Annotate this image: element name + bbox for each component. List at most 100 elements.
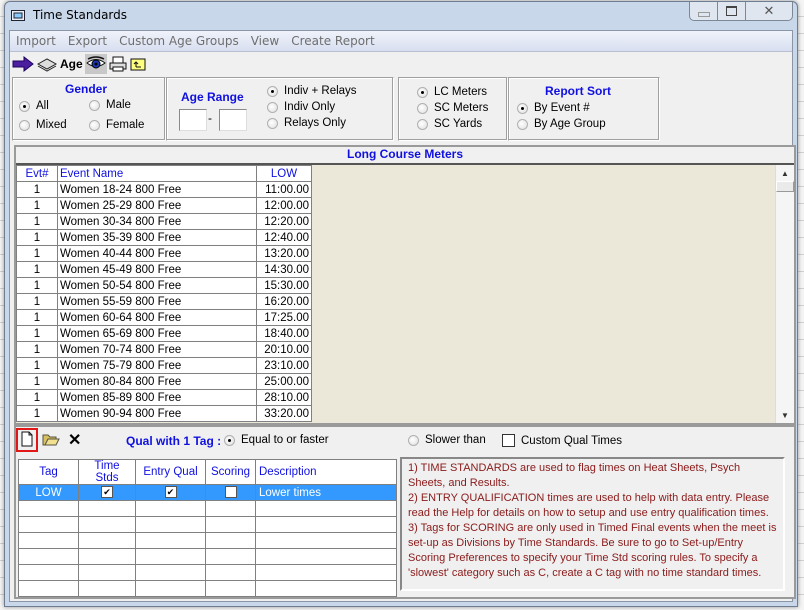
folder-up-button[interactable] [129, 54, 147, 74]
gender-all-radio[interactable]: All [19, 100, 49, 112]
event-row[interactable]: 1 Women 65-69 800 Free 18:40.00 [16, 325, 312, 342]
event-row[interactable]: 1 Women 55-59 800 Free 16:20.00 [16, 293, 312, 310]
empty-cell[interactable] [255, 500, 397, 517]
entry-qual-cell[interactable]: ✔ [135, 484, 206, 501]
event-row[interactable]: 1 Women 18-24 800 Free 11:00.00 [16, 181, 312, 198]
empty-tag-row[interactable] [18, 564, 397, 581]
new-tag-button[interactable] [20, 431, 34, 450]
maximize-button[interactable] [718, 2, 746, 20]
empty-cell[interactable] [78, 564, 136, 581]
event-row[interactable]: 1 Women 25-29 800 Free 12:00.00 [16, 197, 312, 214]
evt-num-cell[interactable]: 1 [16, 197, 58, 214]
events-scrollbar[interactable]: ▲ ▼ [775, 165, 794, 423]
open-tag-button[interactable] [42, 431, 60, 450]
event-name-cell[interactable]: Women 30-34 800 Free [57, 213, 257, 230]
event-name-cell[interactable]: Women 18-24 800 Free [57, 181, 257, 198]
empty-cell[interactable] [18, 532, 79, 549]
low-time-cell[interactable]: 25:00.00 [256, 373, 312, 390]
col-evt-num[interactable]: Evt# [16, 165, 58, 182]
relays-only-radio[interactable]: Relays Only [267, 117, 346, 129]
evt-num-cell[interactable]: 1 [16, 229, 58, 246]
scroll-up-button[interactable]: ▲ [776, 165, 794, 181]
scoring-cell[interactable] [205, 484, 256, 501]
low-time-cell[interactable]: 16:20.00 [256, 293, 312, 310]
sc-meters-radio[interactable]: SC Meters [417, 102, 488, 114]
event-row[interactable]: 1 Women 85-89 800 Free 28:10.00 [16, 389, 312, 406]
delete-tag-button[interactable]: ✕ [68, 430, 81, 450]
print-button[interactable] [109, 54, 127, 74]
low-time-cell[interactable]: 12:40.00 [256, 229, 312, 246]
evt-num-cell[interactable]: 1 [16, 245, 58, 262]
evt-num-cell[interactable]: 1 [16, 213, 58, 230]
menu-export[interactable]: Export [62, 34, 113, 48]
low-time-cell[interactable]: 33:20.00 [256, 405, 312, 422]
evt-num-cell[interactable]: 1 [16, 373, 58, 390]
empty-tag-row[interactable] [18, 500, 397, 517]
indiv-relays-radio[interactable]: Indiv + Relays [267, 85, 357, 97]
scoring-checkbox[interactable] [224, 486, 237, 499]
indiv-only-radio[interactable]: Indiv Only [267, 101, 335, 113]
scroll-thumb[interactable] [776, 181, 794, 192]
time-stds-checkbox[interactable]: ✔ [101, 486, 113, 499]
gender-female-radio[interactable]: Female [89, 119, 144, 131]
col-entry-qual[interactable]: Entry Qual [135, 459, 206, 485]
exit-button[interactable] [12, 54, 34, 74]
low-time-cell[interactable]: 11:00.00 [256, 181, 312, 198]
close-button[interactable]: ✕ [746, 2, 792, 20]
empty-cell[interactable] [135, 580, 206, 597]
empty-cell[interactable] [18, 516, 79, 533]
tag-cell[interactable]: LOW [18, 484, 79, 501]
event-row[interactable]: 1 Women 50-54 800 Free 15:30.00 [16, 277, 312, 294]
event-name-cell[interactable]: Women 45-49 800 Free [57, 261, 257, 278]
equal-or-faster-radio[interactable]: Equal to or faster [224, 434, 329, 446]
low-time-cell[interactable]: 12:00.00 [256, 197, 312, 214]
event-name-cell[interactable]: Women 65-69 800 Free [57, 325, 257, 342]
event-name-cell[interactable]: Women 55-59 800 Free [57, 293, 257, 310]
empty-cell[interactable] [18, 548, 79, 565]
col-description[interactable]: Description [255, 459, 397, 485]
event-name-cell[interactable]: Women 50-54 800 Free [57, 277, 257, 294]
evt-num-cell[interactable]: 1 [16, 261, 58, 278]
empty-cell[interactable] [78, 532, 136, 549]
empty-cell[interactable] [78, 580, 136, 597]
empty-tag-row[interactable] [18, 516, 397, 533]
empty-tag-row[interactable] [18, 580, 397, 597]
col-tag[interactable]: Tag [18, 459, 79, 485]
event-row[interactable]: 1 Women 45-49 800 Free 14:30.00 [16, 261, 312, 278]
event-row[interactable]: 1 Women 70-74 800 Free 20:10.00 [16, 341, 312, 358]
disk-button[interactable] [36, 54, 58, 74]
sc-yards-radio[interactable]: SC Yards [417, 118, 482, 130]
empty-cell[interactable] [205, 564, 256, 581]
custom-qual-checkbox[interactable]: Custom Qual Times [502, 434, 622, 447]
empty-cell[interactable] [135, 500, 206, 517]
empty-cell[interactable] [205, 580, 256, 597]
low-time-cell[interactable]: 28:10.00 [256, 389, 312, 406]
age-to-input[interactable] [219, 109, 247, 131]
view-button[interactable] [84, 54, 107, 74]
age-from-input[interactable] [179, 109, 207, 131]
event-row[interactable]: 1 Women 60-64 800 Free 17:25.00 [16, 309, 312, 326]
evt-num-cell[interactable]: 1 [16, 277, 58, 294]
empty-cell[interactable] [205, 516, 256, 533]
menu-custom-age-groups[interactable]: Custom Age Groups [113, 34, 245, 48]
col-scoring[interactable]: Scoring [205, 459, 256, 485]
event-row[interactable]: 1 Women 40-44 800 Free 13:20.00 [16, 245, 312, 262]
empty-cell[interactable] [205, 548, 256, 565]
low-time-cell[interactable]: 12:20.00 [256, 213, 312, 230]
entry-qual-checkbox[interactable]: ✔ [164, 486, 177, 499]
low-time-cell[interactable]: 20:10.00 [256, 341, 312, 358]
event-name-cell[interactable]: Women 25-29 800 Free [57, 197, 257, 214]
empty-cell[interactable] [78, 516, 136, 533]
menu-view[interactable]: View [245, 34, 285, 48]
empty-cell[interactable] [205, 532, 256, 549]
event-name-cell[interactable]: Women 75-79 800 Free [57, 357, 257, 374]
title-bar[interactable]: Time Standards ✕ [5, 2, 797, 30]
gender-mixed-radio[interactable]: Mixed [19, 119, 67, 131]
minimize-button[interactable] [690, 2, 718, 20]
evt-num-cell[interactable]: 1 [16, 293, 58, 310]
scroll-down-button[interactable]: ▼ [776, 407, 794, 423]
event-name-cell[interactable]: Women 90-94 800 Free [57, 405, 257, 422]
evt-num-cell[interactable]: 1 [16, 309, 58, 326]
event-row[interactable]: 1 Women 35-39 800 Free 12:40.00 [16, 229, 312, 246]
empty-cell[interactable] [78, 500, 136, 517]
